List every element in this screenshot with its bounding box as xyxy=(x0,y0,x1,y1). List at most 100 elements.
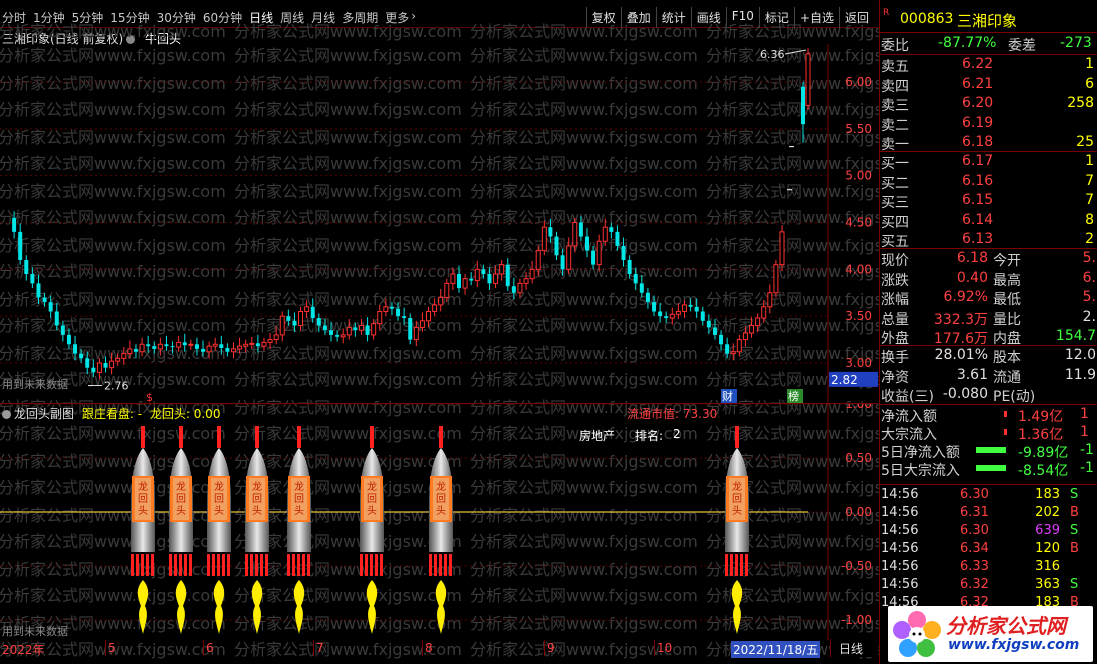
candle-body-down xyxy=(801,86,805,125)
cai-marker[interactable]: 财 xyxy=(722,389,733,403)
quote-row: 5日大宗流入 -8.54亿 -1 xyxy=(880,459,1097,479)
candle-body-down xyxy=(688,304,693,307)
x-tick-divider xyxy=(105,640,106,656)
tick-time: 14:56 xyxy=(881,541,919,556)
stat-value: 0.40 xyxy=(956,269,988,286)
candle-body-down xyxy=(456,274,461,289)
candle-body-up xyxy=(444,282,450,298)
candle-body-up xyxy=(109,360,115,369)
candle-body-down xyxy=(292,320,297,326)
candle-body-down xyxy=(73,344,78,354)
toolbar-action-button[interactable]: 复权 xyxy=(585,7,621,28)
timeframe-tab[interactable]: 多周期 xyxy=(342,9,378,26)
ask-level-label: 卖二 xyxy=(881,117,909,134)
timeframe-tab[interactable]: 60分钟 xyxy=(203,9,242,26)
settings-dot-icon[interactable] xyxy=(126,35,136,44)
candle-body-up xyxy=(602,226,608,242)
timeframe-tab[interactable]: 周线 xyxy=(280,9,304,26)
period-indicator[interactable]: 日线 xyxy=(830,639,878,657)
timeframe-tab[interactable]: 日线 xyxy=(249,9,273,26)
high-price-label: 6.36 xyxy=(760,48,785,61)
tick-side: B xyxy=(1070,505,1079,520)
ask-volume: 25 xyxy=(1076,134,1094,150)
outflow-bar xyxy=(976,447,1006,453)
candle-body-up xyxy=(681,304,687,312)
rocket-indicator-chart[interactable]: 1.000.500.00-0.50-1.00龙回头龙回头龙回头龙回头龙回头龙回头… xyxy=(0,404,878,640)
candle-body-down xyxy=(310,306,315,319)
candle-body-up xyxy=(450,273,456,284)
toolbar-action-button[interactable]: 画线 xyxy=(690,7,726,28)
candle-body-down xyxy=(505,264,510,287)
tick-volume: 202 xyxy=(1035,505,1060,520)
tick-time: 14:56 xyxy=(881,577,919,592)
timeframe-tab[interactable]: 月线 xyxy=(311,9,335,26)
candle-body-down xyxy=(402,316,407,319)
x-tick-label: 7 xyxy=(316,641,324,655)
bang-marker[interactable]: 榜 xyxy=(788,389,799,403)
tick-price: 6.30 xyxy=(960,487,989,502)
candle-body-down xyxy=(201,348,206,352)
svg-text:头: 头 xyxy=(294,505,304,517)
logo-title: 分析家公式网 xyxy=(946,614,1066,638)
stat-value: 11.9 xyxy=(1064,366,1096,383)
timeframe-tab[interactable]: 15分钟 xyxy=(110,9,149,26)
stat-value: 5. xyxy=(1082,289,1096,305)
stat-label: 最低 xyxy=(993,292,1021,308)
timeframe-tab[interactable]: 5分钟 xyxy=(72,9,104,26)
candle-body-up xyxy=(206,345,212,353)
ask-level-label: 卖四 xyxy=(881,78,909,95)
toolbar-action-button[interactable]: 标记 xyxy=(758,7,794,28)
candle-body-down xyxy=(615,231,620,246)
candle-body-down xyxy=(578,222,583,237)
x-tick-label: 9 xyxy=(547,641,555,655)
toolbar-action-button[interactable]: 叠加 xyxy=(620,7,656,28)
candle-body-down xyxy=(91,367,96,373)
toolbar-action-button[interactable]: F10 xyxy=(725,7,759,28)
candle-body-up xyxy=(426,310,432,322)
candle-body-down xyxy=(396,308,401,317)
candle-body-down xyxy=(79,353,84,359)
candle-body-down xyxy=(353,327,358,331)
x-tick-label: 5 xyxy=(108,641,116,655)
timeframe-tab[interactable]: 更多 xyxy=(385,9,409,26)
candle-body-down xyxy=(652,302,657,312)
tick-volume: 639 xyxy=(1035,523,1060,538)
candle-body-up xyxy=(529,268,535,280)
high-arrow-line xyxy=(784,49,807,55)
candle-body-down xyxy=(146,344,151,347)
stat-value: 28.01% xyxy=(934,347,988,363)
svg-text:回: 回 xyxy=(214,493,224,505)
r-mark: R xyxy=(883,8,890,18)
svg-text:龙: 龙 xyxy=(294,480,304,493)
timeframe-tab[interactable]: 分时 xyxy=(2,9,26,26)
stat-value: 332.3万 xyxy=(933,311,988,328)
stock-header: R 000863 三湘印象 xyxy=(880,8,1097,30)
y-tick-label: 6.00 xyxy=(845,75,872,89)
candle-body-up xyxy=(517,282,523,294)
candle-body-down xyxy=(584,236,589,251)
svg-text:头: 头 xyxy=(176,505,186,517)
candle-body-down xyxy=(194,344,199,349)
stat-label: 量比 xyxy=(993,311,1021,328)
candle-body-down xyxy=(316,318,321,326)
candle-body-down xyxy=(700,311,705,321)
tick-time: 14:56 xyxy=(881,559,919,574)
quote-separator xyxy=(880,32,1097,33)
candlestick-chart[interactable]: 6.00 5.50 5.00 4.50 4.00 3.50 3.00 6.36 2.76 2.82… xyxy=(0,44,878,404)
timeframe-tab[interactable]: 1分钟 xyxy=(33,9,65,26)
toolbar-action-button[interactable]: 返回 xyxy=(838,7,874,28)
stat-value: 3.61 xyxy=(956,366,988,383)
bid-level-label: 买三 xyxy=(881,195,909,211)
candle-body-up xyxy=(566,245,572,270)
tick-row: 14:56 6.34 120 B xyxy=(880,540,1097,558)
svg-text:回: 回 xyxy=(176,493,186,505)
candle-body-up xyxy=(121,353,127,359)
toolbar-action-button[interactable]: 统计 xyxy=(655,7,691,28)
stat-value: 6. xyxy=(1082,269,1096,286)
timeframe-tab[interactable]: 30分钟 xyxy=(157,9,196,26)
chevron-right-icon[interactable]: › xyxy=(411,9,416,26)
tick-price: 6.32 xyxy=(960,577,989,592)
quote-row: 买四 6.14 8 xyxy=(880,211,1097,231)
tick-side: S xyxy=(1070,577,1079,592)
toolbar-action-button[interactable]: +自选 xyxy=(793,7,839,28)
